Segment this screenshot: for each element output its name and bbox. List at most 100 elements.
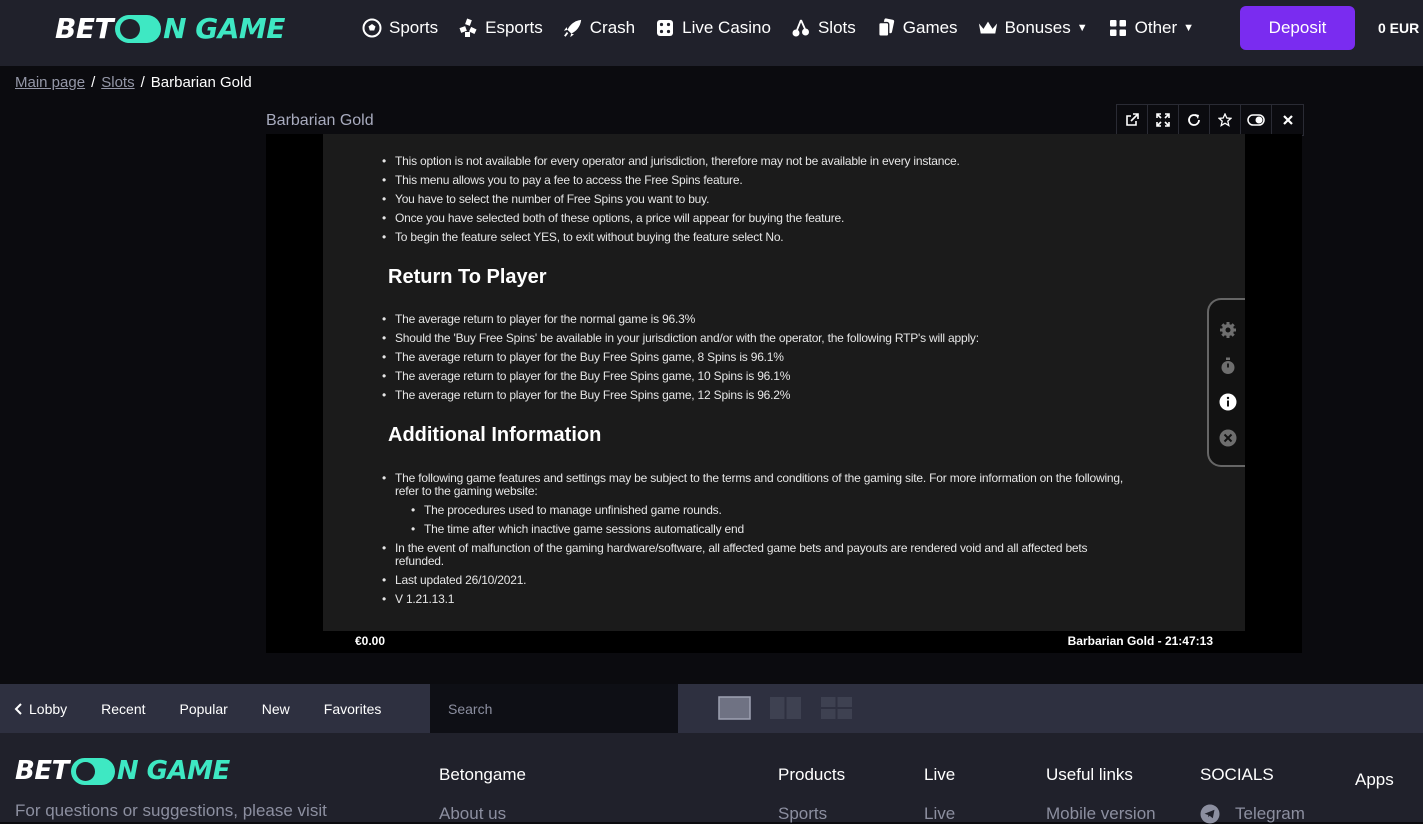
view-quad-button[interactable] [820, 696, 853, 720]
game-balance: €0.00 [355, 634, 386, 648]
nav-sports[interactable]: Sports [362, 18, 438, 38]
telegram-icon [1200, 804, 1220, 824]
external-link-icon [1126, 113, 1139, 126]
nav-slots-label: Slots [817, 18, 856, 37]
soccer-ball-icon [362, 18, 382, 38]
view-double-button[interactable] [769, 696, 802, 720]
fullscreen-button[interactable] [1148, 105, 1179, 135]
footer-link-mobile[interactable]: Mobile version [1046, 804, 1156, 824]
footer: BET N GAME For questions or suggestions,… [0, 733, 1423, 824]
footer-heading-products: Products [778, 765, 846, 784]
chevron-left-icon [14, 702, 22, 715]
tab-new[interactable]: New [262, 701, 290, 717]
brand-logo[interactable]: BET N GAME [55, 12, 285, 45]
nav-crash-label: Crash [589, 18, 636, 37]
deposit-button[interactable]: Deposit [1240, 6, 1355, 50]
list-item: The following game features and settings… [323, 472, 1245, 498]
dice-icon [655, 18, 675, 38]
list-item: The time after which inactive game sessi… [323, 523, 1245, 537]
section-heading-additional: Additional Information [388, 424, 602, 446]
lobby-back-button[interactable]: Lobby [14, 701, 67, 717]
mode-toggle-button[interactable] [1241, 105, 1272, 135]
lobby-bar: Lobby Recent Popular New Favorites [0, 684, 1423, 733]
tab-popular[interactable]: Popular [180, 701, 228, 717]
rocket-icon [563, 18, 583, 38]
reload-button[interactable] [1179, 105, 1210, 135]
telegram-label: Telegram [1235, 804, 1305, 823]
nav-esports-label: Esports [485, 18, 543, 37]
nav-slots[interactable]: Slots [791, 18, 856, 38]
fullscreen-icon [1156, 113, 1170, 127]
list-item: This menu allows you to pay a fee to acc… [323, 174, 1245, 188]
chevron-down-icon: ▼ [1076, 22, 1088, 34]
footer-link-about[interactable]: About us [439, 804, 506, 824]
game-side-menu [1207, 298, 1245, 467]
game-info-panel: This option is not available for every o… [323, 134, 1245, 631]
star-icon [1218, 113, 1232, 127]
search-box [430, 684, 678, 733]
cherries-icon [791, 18, 811, 38]
favorite-button[interactable] [1210, 105, 1241, 135]
close-game-button[interactable] [1272, 105, 1303, 135]
list-item: You have to select the number of Free Sp… [323, 193, 1245, 207]
rtp-list: The average return to player for the nor… [323, 313, 1245, 403]
footer-heading-apps: Apps [1355, 770, 1394, 789]
footer-heading-betongame: Betongame [439, 765, 526, 784]
nav-bonuses[interactable]: Bonuses ▼ [978, 18, 1088, 38]
game-frame[interactable]: This option is not available for every o… [266, 134, 1302, 653]
logo-text-game: N GAME [163, 12, 285, 45]
list-item: The procedures used to manage unfinished… [323, 504, 1245, 518]
tab-favorites[interactable]: Favorites [324, 701, 382, 717]
cards-icon [876, 18, 896, 38]
crown-icon [978, 18, 998, 38]
list-item: V 1.21.13.1 [323, 593, 1245, 607]
footer-link-sports[interactable]: Sports [778, 804, 827, 824]
grid-icon [1108, 18, 1128, 38]
split-view-icon [770, 697, 801, 719]
game-title: Barbarian Gold [266, 112, 374, 129]
breadcrumb-current: Barbarian Gold [150, 74, 252, 91]
footer-logo[interactable]: BET N GAME [15, 756, 230, 786]
close-circle-icon [1219, 429, 1237, 447]
info-button[interactable] [1218, 392, 1238, 412]
close-menu-button[interactable] [1218, 428, 1238, 448]
list-item: The average return to player for the nor… [323, 313, 1245, 327]
breadcrumb-main-page[interactable]: Main page [15, 74, 85, 91]
quad-view-icon [821, 697, 852, 719]
close-icon [1282, 115, 1293, 125]
search-input[interactable] [448, 700, 648, 717]
view-single-button[interactable] [718, 696, 751, 720]
list-item: To begin the feature select YES, to exit… [323, 231, 1245, 245]
nav-games-label: Games [902, 18, 958, 37]
list-item: Once you have selected both of these opt… [323, 212, 1245, 226]
open-external-button[interactable] [1117, 105, 1148, 135]
balance-display[interactable]: 0 EUR [1378, 20, 1419, 36]
info-icon [1219, 393, 1237, 411]
game-status-clock: Barbarian Gold - 21:47:13 [1067, 634, 1213, 648]
game-toolbar [1116, 104, 1304, 136]
main-nav: Sports Esports Crash Live Casino Slots G… [362, 0, 1214, 56]
nav-games[interactable]: Games [876, 18, 958, 38]
settings-button[interactable] [1218, 320, 1238, 340]
tab-recent[interactable]: Recent [101, 701, 145, 717]
toggle-icon [1247, 114, 1265, 126]
gear-icon [1220, 322, 1236, 338]
footer-contact-text: For questions or suggestions, please vis… [15, 801, 327, 820]
footer-link-telegram[interactable]: Telegram [1200, 804, 1305, 824]
nav-live-casino[interactable]: Live Casino [655, 18, 771, 38]
nav-other[interactable]: Other ▼ [1108, 18, 1194, 38]
nav-esports[interactable]: Esports [458, 18, 543, 38]
list-item: The average return to player for the Buy… [323, 389, 1245, 403]
breadcrumb-slots[interactable]: Slots [101, 74, 134, 91]
logo-text-game: N GAME [116, 756, 230, 786]
lobby-label: Lobby [29, 700, 68, 717]
nav-sports-label: Sports [389, 18, 439, 37]
autoplay-button[interactable] [1218, 356, 1238, 376]
nav-crash[interactable]: Crash [563, 18, 635, 38]
lobby-tabs: Lobby Recent Popular New Favorites [0, 684, 430, 733]
breadcrumb-separator: / [91, 74, 96, 91]
nav-live-casino-label: Live Casino [682, 18, 771, 37]
section-heading-rtp: Return To Player [388, 266, 547, 288]
footer-link-live[interactable]: Live [924, 804, 955, 824]
footer-heading-live: Live [924, 765, 956, 784]
